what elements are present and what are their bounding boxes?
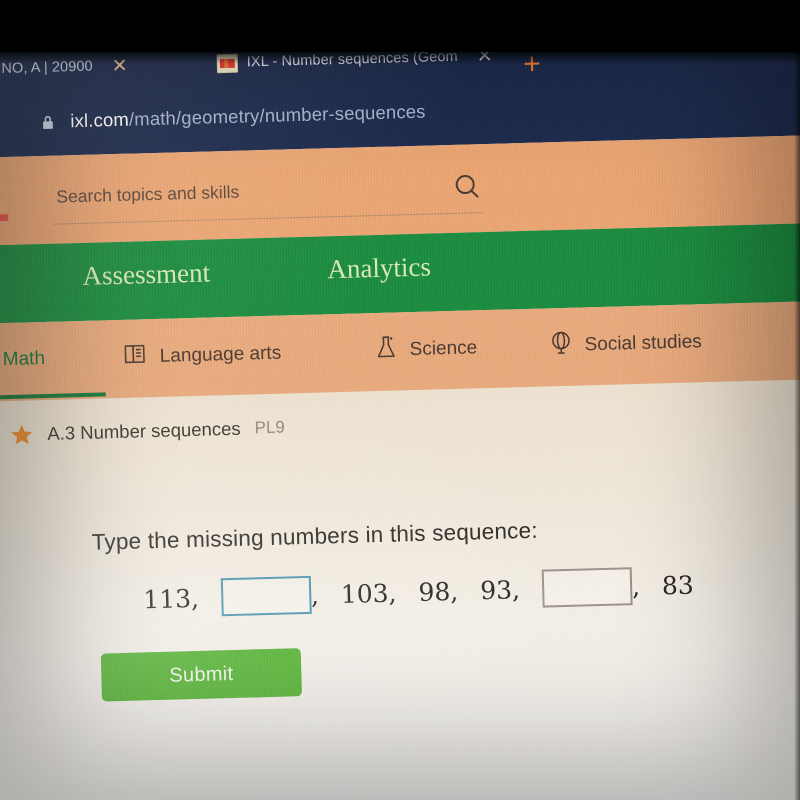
flask-icon [374, 334, 398, 366]
lock-icon [41, 115, 54, 130]
sequence-number-2: 103 [340, 578, 389, 609]
subject-label: Math [2, 347, 46, 370]
subject-tab-science[interactable]: Science [374, 332, 478, 366]
nav-item-assessment[interactable]: Assessment [82, 257, 210, 291]
browser-chrome: II - AQUINO, A | 20900 ✕ IXL - Number se… [0, 12, 800, 158]
url-path: /math/geometry/number-sequences [128, 100, 426, 130]
subject-label: Social studies [584, 331, 703, 356]
search-placeholder: Search topics and skills [56, 181, 240, 207]
nav-item-analytics[interactable]: Analytics [327, 252, 431, 286]
answer-input-1[interactable] [220, 575, 312, 617]
comma: , [310, 580, 320, 610]
tab-title: II - AQUINO, A | 20900 [0, 58, 93, 79]
subject-tab-language-arts[interactable]: Language arts [122, 338, 281, 372]
comma: , [511, 574, 521, 604]
page-content: ry > A.3 Number sequences PL9 Type the m… [0, 378, 800, 800]
sequence-number-5: 83 [661, 570, 695, 600]
photo-of-screen: II - AQUINO, A | 20900 ✕ IXL - Number se… [0, 0, 800, 800]
subject-tab-social-studies[interactable]: Social studies [549, 326, 702, 361]
breadcrumb: ry > A.3 Number sequences PL9 [0, 416, 285, 449]
close-icon[interactable]: ✕ [111, 55, 127, 76]
subject-label: Science [409, 337, 478, 361]
browser-window: II - AQUINO, A | 20900 ✕ IXL - Number se… [0, 12, 800, 800]
comma: , [388, 578, 397, 608]
url-host: ixl.com [70, 108, 130, 132]
sequence-number-3: 98 [418, 576, 451, 607]
question-prompt: Type the missing numbers in this sequenc… [91, 517, 539, 555]
close-icon[interactable]: ✕ [476, 45, 492, 66]
search-icon[interactable] [452, 172, 483, 203]
ixl-favicon-icon [216, 53, 239, 73]
search-input[interactable]: Search topics and skills [51, 166, 483, 225]
sequence-number-4: 93 [479, 574, 513, 605]
comma: , [449, 576, 459, 606]
comma: , [631, 571, 641, 601]
answer-input-2[interactable] [541, 567, 633, 608]
sequence-number-1: 113 [142, 583, 192, 614]
url-text: ixl.com/math/geometry/number-sequences [70, 101, 426, 133]
browser-tab-1[interactable]: II - AQUINO, A | 20900 ✕ [0, 42, 128, 95]
subject-tab-math[interactable]: Math [0, 344, 45, 374]
browser-tab-2[interactable]: IXL - Number sequences (Geom ✕ [216, 32, 493, 87]
star-icon[interactable] [9, 422, 34, 447]
globe-icon [549, 330, 573, 362]
comma: , [190, 583, 200, 613]
breadcrumb-skill-title: A.3 Number sequences [47, 417, 241, 444]
submit-button[interactable]: Submit [100, 648, 302, 702]
ixl-logo[interactable]: L [0, 177, 8, 234]
tab-title: IXL - Number sequences (Geom [246, 48, 458, 71]
breadcrumb-skill-code: PL9 [254, 417, 286, 438]
subject-label: Language arts [159, 342, 282, 367]
book-icon [122, 341, 148, 372]
sequence-row: 113, , 103, 98, 93, , 83 [143, 566, 694, 619]
